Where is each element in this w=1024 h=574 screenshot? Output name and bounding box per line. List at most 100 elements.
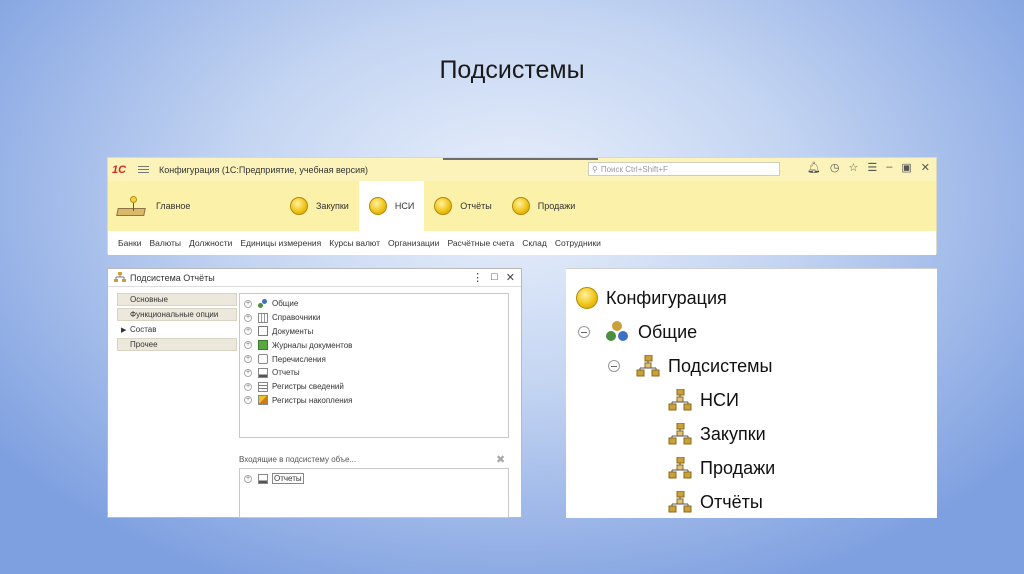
- search-icon: ⚲: [592, 164, 598, 174]
- section-label: Закупки: [316, 201, 349, 211]
- expand-icon[interactable]: +: [244, 355, 252, 364]
- titlebar: 1С Конфигурация (1С:Предприятие, учебная…: [108, 158, 936, 181]
- settings-list-icon[interactable]: ☰: [867, 161, 877, 174]
- section-panel: Главное Закупки НСИ Отчёты Продажи: [108, 181, 936, 231]
- tree-item-common[interactable]: Общие: [578, 321, 697, 343]
- tree-item[interactable]: + Регистры сведений: [244, 380, 508, 394]
- subnav-link[interactable]: Банки: [118, 238, 141, 248]
- enum-icon: [258, 354, 268, 365]
- collapse-icon[interactable]: [608, 360, 620, 372]
- tree-item-label: Справочники: [272, 313, 321, 323]
- expand-icon[interactable]: +: [244, 474, 252, 483]
- section-label: НСИ: [394, 201, 415, 211]
- section-coin-icon: [434, 197, 453, 215]
- clear-icon[interactable]: ✖: [496, 453, 505, 466]
- tree-item[interactable]: + Отчеты: [244, 366, 508, 380]
- expand-icon[interactable]: +: [244, 299, 252, 308]
- list-item[interactable]: + Отчеты: [244, 472, 508, 486]
- section-coin-icon: [290, 197, 308, 215]
- section-reports[interactable]: Отчёты: [424, 181, 501, 231]
- tree-item[interactable]: + Журналы документов: [244, 338, 508, 352]
- tree-item-label: Отчёты: [700, 491, 763, 512]
- expand-icon[interactable]: +: [244, 327, 252, 336]
- tab-label: Функциональные опции: [130, 310, 219, 319]
- window-controls: 🔔︎ ◷ ☆ ☰ – ▣ ✕: [807, 161, 930, 174]
- subnav-link[interactable]: Склад: [522, 238, 547, 248]
- expand-icon[interactable]: +: [244, 396, 252, 405]
- subnav-link[interactable]: Организации: [388, 238, 439, 248]
- bell-icon[interactable]: 🔔︎: [807, 161, 821, 174]
- info-register-icon: [258, 381, 268, 392]
- subsystem-icon: [668, 389, 692, 411]
- tab-content[interactable]: ▶ Состав: [117, 323, 237, 336]
- subnav-link[interactable]: Должности: [189, 238, 232, 248]
- minimize-icon[interactable]: –: [886, 161, 892, 174]
- tree-item-subsystems[interactable]: Подсистемы: [608, 355, 772, 377]
- subsystem-dialog: Подсистема Отчёты ⋮ □ ✕ Основные Функцио…: [107, 268, 522, 518]
- tree-item-reports[interactable]: Отчёты: [668, 491, 763, 513]
- common-icon: [258, 298, 268, 309]
- tree-item-label: Закупки: [700, 423, 766, 444]
- subnav-link[interactable]: Валюты: [149, 238, 181, 248]
- tree-item[interactable]: + Перечисления: [244, 352, 508, 366]
- subnav-link[interactable]: Курсы валют: [329, 238, 380, 248]
- common-icon: [606, 321, 630, 343]
- tab-main[interactable]: Основные: [117, 293, 237, 306]
- section-label: Продажи: [537, 201, 576, 211]
- restore-icon[interactable]: ▣: [901, 161, 911, 174]
- section-home[interactable]: Главное: [108, 194, 280, 218]
- close-icon[interactable]: ✕: [506, 271, 515, 284]
- tree-item-label: Подсистемы: [668, 355, 773, 376]
- subnav-link[interactable]: Сотрудники: [555, 238, 601, 248]
- tree-item-label: НСИ: [700, 389, 739, 410]
- more-icon[interactable]: ⋮: [472, 271, 483, 284]
- slide-title: Подсистемы: [439, 56, 585, 84]
- configuration-tree: Конфигурация Общие Подсистемы НСИ Закупк…: [566, 268, 937, 518]
- subnav-link[interactable]: Расчётные счета: [447, 238, 514, 248]
- close-icon[interactable]: ✕: [921, 161, 930, 174]
- history-icon[interactable]: ◷: [830, 161, 840, 174]
- accumulation-register-icon: [258, 395, 268, 406]
- search-input[interactable]: ⚲ Поиск Ctrl+Shift+F: [588, 162, 780, 176]
- report-icon: [258, 367, 268, 378]
- collapse-icon[interactable]: [578, 326, 590, 338]
- catalog-icon: [258, 312, 268, 323]
- list-item-label: Отчеты: [272, 473, 304, 485]
- tree-item[interactable]: + Документы: [244, 325, 508, 339]
- tree-item[interactable]: + Справочники: [244, 311, 508, 325]
- expand-icon[interactable]: +: [244, 313, 252, 322]
- section-purchases[interactable]: Закупки: [280, 181, 359, 231]
- tree-item-label: Продажи: [700, 457, 776, 478]
- section-coin-icon: [511, 197, 530, 215]
- tree-item[interactable]: + Регистры накопления: [244, 394, 508, 408]
- subsystem-icon: [668, 491, 692, 513]
- dialog-title: Подсистема Отчёты: [130, 272, 215, 283]
- expand-icon[interactable]: +: [244, 368, 252, 377]
- subsystem-icon: [636, 355, 660, 377]
- report-icon: [258, 473, 268, 484]
- tab-functional-options[interactable]: Функциональные опции: [117, 308, 237, 321]
- section-nsi[interactable]: НСИ: [358, 181, 425, 231]
- document-icon: [258, 326, 268, 337]
- section-label: Главное: [156, 201, 191, 211]
- included-objects-label: Входящие в подсистему объе...: [239, 455, 357, 464]
- metadata-tree: + Общие + Справочники + Документы + Журналы …: [239, 293, 509, 438]
- tree-item-label: Журналы документов: [272, 340, 353, 350]
- tree-item-label: Общие: [272, 299, 299, 309]
- tree-root[interactable]: Конфигурация: [576, 287, 727, 309]
- subnav-link[interactable]: Единицы измерения: [240, 238, 321, 248]
- expand-icon[interactable]: +: [244, 341, 252, 350]
- tree-item-purchases[interactable]: Закупки: [668, 423, 766, 445]
- menu-icon[interactable]: [138, 166, 149, 173]
- star-icon[interactable]: ☆: [849, 161, 859, 174]
- tree-item-sales[interactable]: Продажи: [668, 457, 775, 479]
- tab-other[interactable]: Прочее: [117, 338, 237, 351]
- tree-item-nsi[interactable]: НСИ: [668, 389, 739, 411]
- tree-item-label: Отчеты: [272, 368, 300, 378]
- tree-item[interactable]: + Общие: [244, 297, 508, 311]
- expand-icon[interactable]: +: [244, 382, 252, 391]
- maximize-icon[interactable]: □: [491, 271, 498, 284]
- section-sales[interactable]: Продажи: [502, 181, 586, 231]
- subsystem-icon: [114, 272, 126, 282]
- tree-item-label: Регистры сведений: [272, 382, 344, 392]
